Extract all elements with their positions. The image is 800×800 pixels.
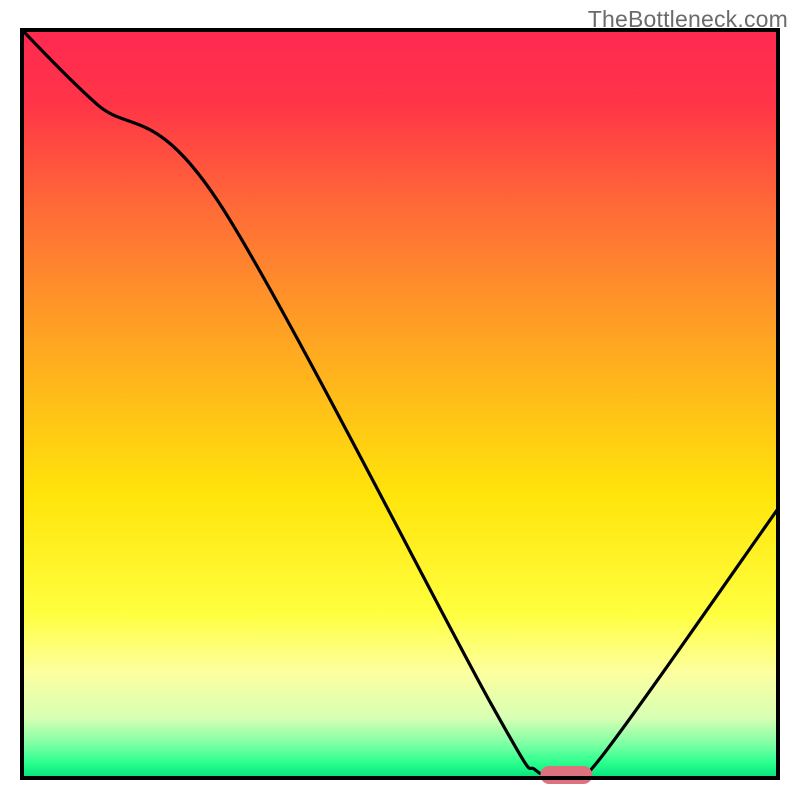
bottleneck-chart: [0, 0, 800, 800]
gradient-background: [22, 30, 778, 778]
optimal-marker: [540, 766, 592, 784]
watermark-text: TheBottleneck.com: [588, 6, 788, 33]
